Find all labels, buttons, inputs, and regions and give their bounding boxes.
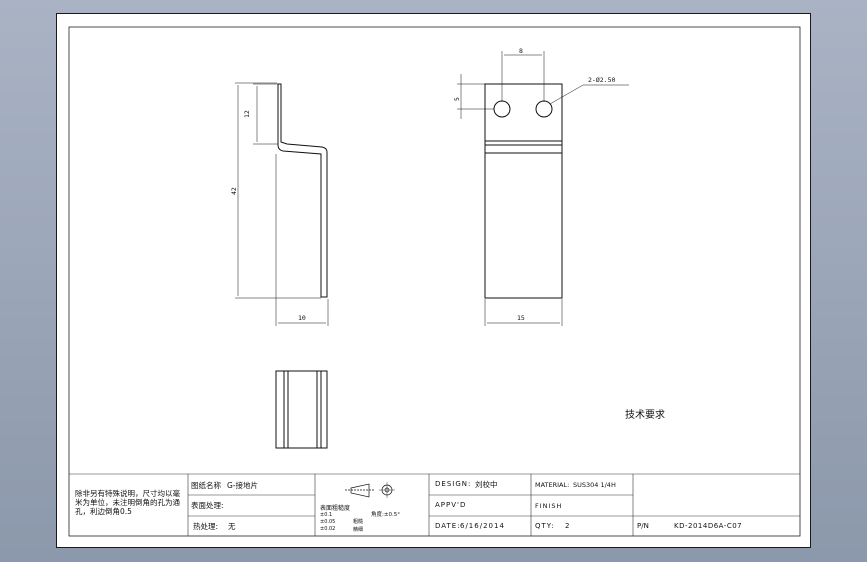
roughness-line-3: ±0.02: [320, 526, 336, 532]
drawing-name-value: G-接地片: [227, 481, 259, 490]
date-label: DATE:: [435, 522, 461, 530]
dim-text-42: 42: [230, 187, 238, 195]
dim-text-5: 5: [453, 97, 461, 101]
material-label: MATERIAL:: [535, 481, 570, 489]
mounting-hole: [493, 100, 511, 118]
finish-label: FINISH: [535, 502, 563, 510]
heat-treatment-label: 热处理:: [193, 522, 219, 531]
technical-drawing: 12 42 10 8 5 2-Ø2.50 15: [68, 26, 801, 537]
part-number-label: P/N: [637, 522, 649, 530]
date-value: 6/16/2014: [460, 522, 505, 530]
mounting-hole: [535, 100, 553, 118]
roughness-label: 表面粗糙度: [320, 505, 351, 512]
dim-text-15: 15: [517, 314, 525, 322]
inner-border: [68, 26, 801, 537]
roughness-line-2: ±0.05: [320, 519, 336, 525]
roughness-mark-fine: 精细: [353, 527, 364, 533]
dim-text-10: 10: [298, 314, 306, 322]
design-label: DESIGN:: [435, 480, 472, 488]
roughness-mark-rough: 粗糙: [353, 519, 364, 525]
drawing-sheet: 12 42 10 8 5 2-Ø2.50 15 技术要求 除非另有特殊说明，尺寸…: [56, 13, 811, 548]
part-number-value: KD-2014D6A-C07: [674, 522, 743, 530]
technical-requirements-label: 技术要求: [625, 410, 665, 421]
front-view-outline: [484, 83, 563, 299]
drawing-name-label: 图纸名称: [191, 481, 221, 490]
dim-text-8: 8: [519, 47, 523, 55]
angle-tolerance: 角度:±0.5°: [371, 512, 400, 518]
qty-value: 2: [565, 522, 570, 530]
hole-callout-text: 2-Ø2.50: [588, 76, 615, 84]
side-view-profile: [277, 83, 328, 298]
material-value: SUS304 1/4H: [573, 481, 616, 489]
front-view: [457, 51, 629, 326]
design-value: 刘校中: [475, 480, 498, 489]
top-view: [275, 370, 328, 449]
hole-callout-leader: [549, 84, 584, 105]
heat-treatment-value: 无: [228, 522, 236, 531]
roughness-line-1: ±0.1: [320, 512, 333, 518]
dim-text-12: 12: [243, 110, 251, 118]
surface-treatment-label: 表面处理:: [191, 501, 224, 510]
projection-symbol-icon: [345, 482, 395, 498]
side-view: [235, 82, 329, 326]
qty-label: QTY:: [535, 522, 555, 530]
approved-label: APPV'D: [435, 501, 467, 509]
general-notes: 除非另有特殊说明，尺寸均以毫米为单位，未注明倒角的孔为通孔，利边倒角0.5: [75, 489, 180, 516]
